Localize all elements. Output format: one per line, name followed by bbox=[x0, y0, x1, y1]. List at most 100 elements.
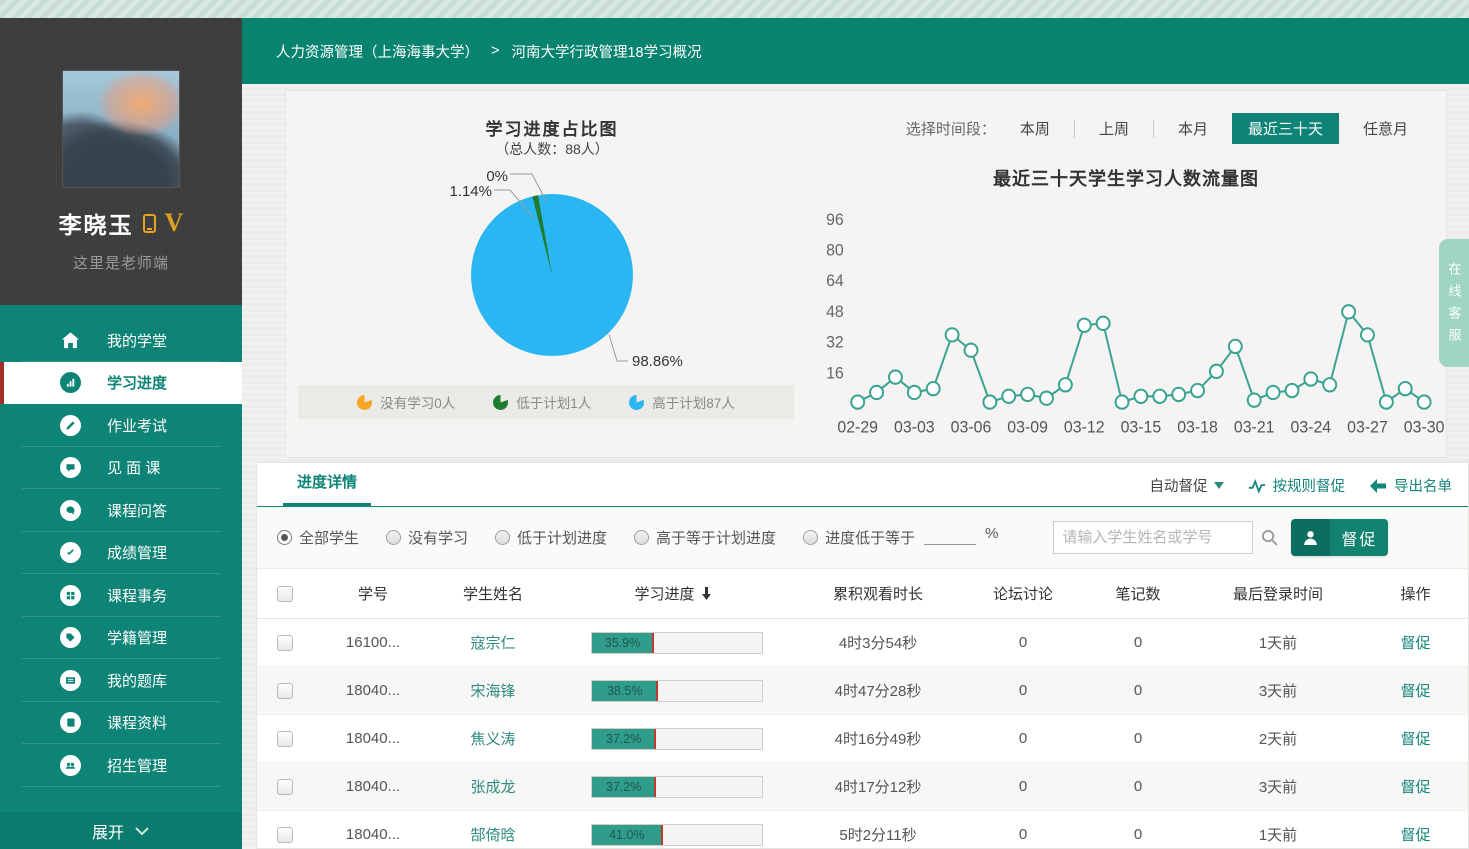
line-point-03-11[interactable] bbox=[1059, 378, 1072, 391]
watch-time: 5时2分11秒 bbox=[793, 824, 963, 845]
sidebar-item-9[interactable]: 课程资料 bbox=[0, 702, 242, 745]
row-urge-link[interactable]: 督促 bbox=[1400, 683, 1430, 700]
line-point-03-18[interactable] bbox=[1191, 384, 1204, 397]
line-point-03-03[interactable] bbox=[908, 386, 921, 399]
avatar[interactable] bbox=[62, 70, 180, 188]
filter-radio-3[interactable]: 高于等于计划进度 bbox=[634, 527, 776, 548]
line-point-03-28[interactable] bbox=[1380, 395, 1393, 408]
select-all-checkbox[interactable] bbox=[277, 586, 293, 602]
line-point-03-29[interactable] bbox=[1399, 382, 1412, 395]
student-name-link[interactable]: 焦义涛 bbox=[470, 731, 515, 748]
line-point-03-10[interactable] bbox=[1040, 392, 1053, 405]
line-point-03-01[interactable] bbox=[870, 386, 883, 399]
line-point-03-13[interactable] bbox=[1097, 317, 1110, 330]
col-progress-sort[interactable]: 学习进度 bbox=[634, 583, 711, 604]
student-id: 18040... bbox=[313, 778, 433, 795]
line-point-02-29[interactable] bbox=[851, 395, 864, 408]
pie-legend-text: 没有学习0人 bbox=[380, 392, 455, 412]
line-point-03-25[interactable] bbox=[1323, 378, 1336, 391]
radio-icon[interactable] bbox=[386, 530, 401, 545]
line-point-03-24[interactable] bbox=[1304, 372, 1317, 385]
progress-value: 37.2% bbox=[592, 732, 655, 746]
row-urge-link[interactable]: 督促 bbox=[1400, 635, 1430, 652]
pie-label-above: 98.86% bbox=[632, 353, 683, 370]
sidebar-item-1[interactable]: 学习进度 bbox=[0, 362, 242, 405]
line-point-03-15[interactable] bbox=[1134, 390, 1147, 403]
sidebar-item-5[interactable]: 成绩管理 bbox=[0, 532, 242, 575]
x-tick-label: 03-06 bbox=[951, 418, 992, 436]
line-point-03-30[interactable] bbox=[1418, 395, 1431, 408]
line-point-03-02[interactable] bbox=[889, 370, 902, 383]
row-checkbox[interactable] bbox=[277, 779, 293, 795]
sidebar-item-8[interactable]: 我的题库 bbox=[0, 659, 242, 702]
sidebar-item-0[interactable]: 我的学堂 bbox=[0, 319, 242, 362]
y-tick-label: 48 bbox=[826, 303, 844, 321]
filter-radio-1[interactable]: 没有学习 bbox=[386, 527, 468, 548]
sidebar-item-10[interactable]: 招生管理 bbox=[0, 744, 242, 787]
row-urge-link[interactable]: 督促 bbox=[1400, 779, 1430, 796]
row-checkbox[interactable] bbox=[277, 827, 293, 843]
line-point-03-21[interactable] bbox=[1248, 393, 1261, 406]
line-point-03-04[interactable] bbox=[927, 382, 940, 395]
row-checkbox[interactable] bbox=[277, 683, 293, 699]
time-option-1[interactable]: 上周 bbox=[1089, 113, 1139, 144]
line-chart[interactable]: 96806448321602-2903-0303-0603-0903-1203-… bbox=[808, 191, 1444, 447]
filter-radio-2[interactable]: 低于计划进度 bbox=[495, 527, 607, 548]
line-point-03-23[interactable] bbox=[1285, 384, 1298, 397]
student-name-link[interactable]: 张成龙 bbox=[470, 779, 515, 796]
time-option-4[interactable]: 任意月 bbox=[1353, 113, 1418, 144]
last-login: 3天前 bbox=[1193, 680, 1363, 701]
line-point-03-27[interactable] bbox=[1361, 328, 1374, 341]
line-point-03-16[interactable] bbox=[1153, 390, 1166, 403]
book-icon bbox=[60, 712, 81, 733]
user-name: 李晓玉 bbox=[59, 206, 134, 240]
radio-icon[interactable] bbox=[277, 530, 292, 545]
line-point-03-14[interactable] bbox=[1116, 395, 1129, 408]
line-point-03-26[interactable] bbox=[1342, 305, 1355, 318]
line-point-03-12[interactable] bbox=[1078, 319, 1091, 332]
sidebar-item-7[interactable]: 学籍管理 bbox=[0, 617, 242, 660]
line-point-03-17[interactable] bbox=[1172, 388, 1185, 401]
urge-button[interactable]: 督促 bbox=[1291, 519, 1388, 556]
search-icon[interactable] bbox=[1261, 529, 1278, 546]
radio-icon[interactable] bbox=[634, 530, 649, 545]
sidebar-item-3[interactable]: 见 面 课 bbox=[0, 447, 242, 490]
student-search-input[interactable] bbox=[1062, 529, 1261, 546]
breadcrumb-course[interactable]: 人力资源管理（上海海事大学） bbox=[276, 41, 479, 62]
time-option-0[interactable]: 本周 bbox=[1010, 113, 1060, 144]
filter-radio-0[interactable]: 全部学生 bbox=[277, 527, 359, 548]
line-point-03-09[interactable] bbox=[1021, 388, 1034, 401]
line-point-03-08[interactable] bbox=[1002, 390, 1015, 403]
online-service-tab[interactable]: 在线客服 bbox=[1439, 239, 1469, 367]
main-content: 学习进度占比图 （总人数：88人） 0% 1.14% 98.86% 没有学习0人… bbox=[242, 84, 1469, 849]
row-urge-link[interactable]: 督促 bbox=[1400, 731, 1430, 748]
export-list-button[interactable]: 导出名单 bbox=[1369, 475, 1452, 496]
time-option-2[interactable]: 本月 bbox=[1168, 113, 1218, 144]
rule-urge-button[interactable]: 按规则督促 bbox=[1248, 475, 1346, 496]
line-point-03-05[interactable] bbox=[946, 328, 959, 341]
sidebar-item-4[interactable]: 课程问答 bbox=[0, 489, 242, 532]
student-name-link[interactable]: 宋海锋 bbox=[470, 683, 515, 700]
grid-icon bbox=[60, 585, 81, 606]
sidebar-item-6[interactable]: 课程事务 bbox=[0, 574, 242, 617]
sidebar-item-2[interactable]: 作业考试 bbox=[0, 404, 242, 447]
percent-input[interactable] bbox=[924, 531, 976, 545]
radio-icon[interactable] bbox=[495, 530, 510, 545]
row-urge-link[interactable]: 督促 bbox=[1400, 827, 1430, 844]
row-checkbox[interactable] bbox=[277, 635, 293, 651]
line-point-03-19[interactable] bbox=[1210, 365, 1223, 378]
radio-icon[interactable] bbox=[803, 530, 818, 545]
line-point-03-20[interactable] bbox=[1229, 340, 1242, 353]
student-name-link[interactable]: 寇宗仁 bbox=[470, 635, 515, 652]
sidebar-expand-button[interactable]: 展开 bbox=[0, 812, 242, 849]
line-point-03-22[interactable] bbox=[1267, 386, 1280, 399]
tab-progress-detail[interactable]: 进度详情 bbox=[283, 471, 371, 506]
line-point-03-06[interactable] bbox=[965, 344, 978, 357]
row-checkbox[interactable] bbox=[277, 731, 293, 747]
student-name-link[interactable]: 郜倚晗 bbox=[470, 827, 515, 844]
time-option-3[interactable]: 最近三十天 bbox=[1232, 113, 1339, 144]
filter-radio-4[interactable]: 进度低于等于% bbox=[803, 527, 998, 548]
line-point-03-07[interactable] bbox=[983, 395, 996, 408]
profile-subtitle: 这里是老师端 bbox=[73, 252, 169, 273]
auto-urge-dropdown[interactable]: 自动督促 bbox=[1150, 475, 1224, 496]
